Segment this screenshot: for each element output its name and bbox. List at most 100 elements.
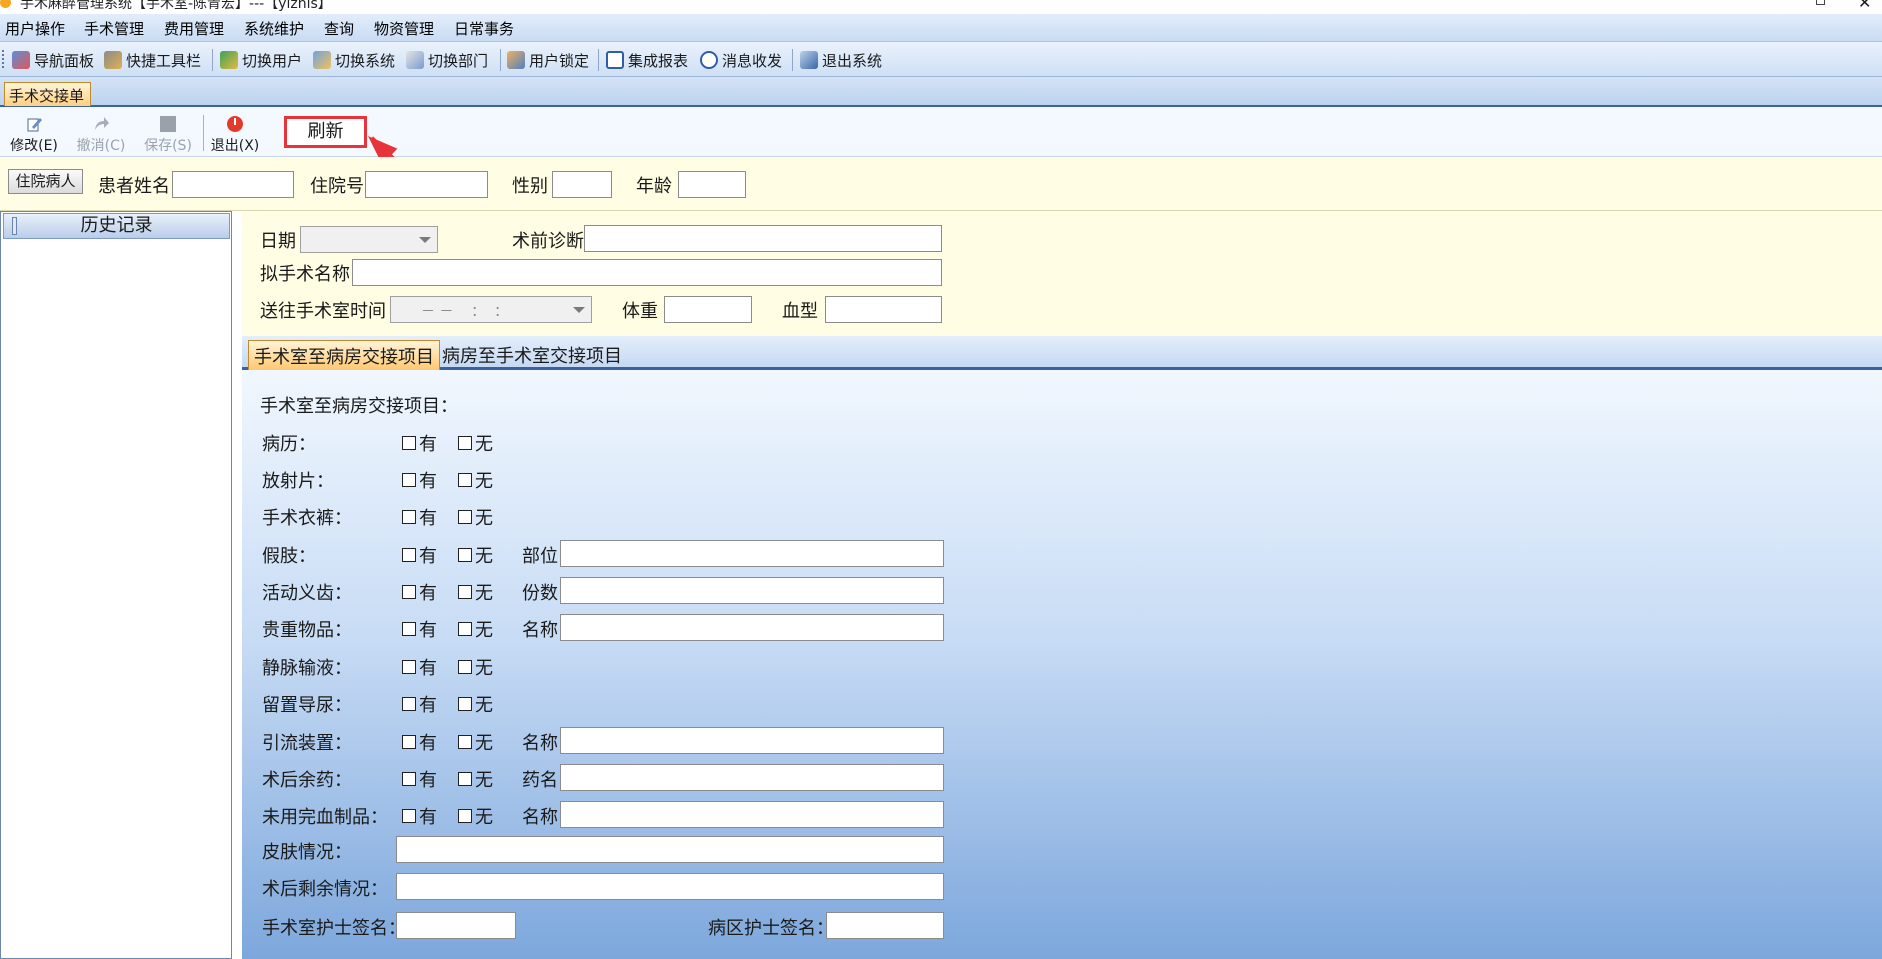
handover-extra-input[interactable] — [560, 801, 944, 828]
age-input[interactable] — [678, 171, 746, 198]
handover-extra-input[interactable] — [560, 614, 944, 641]
send-time-picker[interactable]: － － ： ： — [390, 296, 592, 323]
checkbox-no[interactable]: 无 — [458, 654, 493, 680]
checkbox-box[interactable] — [402, 436, 416, 450]
checkbox-yes[interactable]: 有 — [402, 654, 437, 680]
checkbox-box[interactable] — [402, 548, 416, 562]
toolbar-messages[interactable]: 消息收发 — [700, 49, 782, 71]
handover-extra-input[interactable] — [560, 727, 944, 754]
checkbox-no[interactable]: 无 — [458, 467, 493, 493]
checkbox-box[interactable] — [402, 622, 416, 636]
or-nurse-signature-input[interactable] — [396, 912, 516, 939]
planned-surgery-input[interactable] — [352, 259, 942, 286]
admission-no-input[interactable] — [365, 171, 488, 198]
checkbox-box[interactable] — [402, 809, 416, 823]
tab-handover-form[interactable]: 手术交接单 — [4, 82, 91, 106]
toolbar-quick-tools[interactable]: 快捷工具栏 — [104, 49, 201, 71]
checkbox-box[interactable] — [458, 585, 472, 599]
panel-splitter-icon[interactable] — [12, 217, 17, 235]
date-label: 日期 — [260, 231, 296, 252]
inpatient-button[interactable]: 住院病人 — [8, 169, 83, 194]
close-icon[interactable]: ✕ — [1858, 0, 1871, 12]
checkbox-yes[interactable]: 有 — [402, 542, 437, 568]
handover-extra-input[interactable] — [560, 764, 944, 791]
skin-condition-input[interactable] — [396, 836, 944, 863]
checkbox-yes[interactable]: 有 — [402, 766, 437, 792]
menu-daily-affairs[interactable]: 日常事务 — [454, 18, 514, 39]
cancel-button[interactable]: 撤消(C) — [73, 115, 129, 155]
checkbox-box[interactable] — [458, 772, 472, 786]
handover-item-label: 活动义齿： — [262, 583, 352, 604]
checkbox-box[interactable] — [458, 697, 472, 711]
handover-extra-input[interactable] — [560, 577, 944, 604]
checkbox-yes[interactable]: 有 — [402, 616, 437, 642]
checkbox-box[interactable] — [458, 622, 472, 636]
ward-nurse-signature-input[interactable] — [826, 912, 944, 939]
toolbar-nav-panel[interactable]: 导航面板 — [12, 49, 94, 71]
checkbox-no[interactable]: 无 — [458, 504, 493, 530]
checkbox-box[interactable] — [402, 735, 416, 749]
menu-material-mgmt[interactable]: 物资管理 — [374, 18, 434, 39]
checkbox-box[interactable] — [458, 548, 472, 562]
toolbar-report[interactable]: 集成报表 — [606, 49, 688, 71]
gender-input[interactable] — [552, 171, 612, 198]
menu-query[interactable]: 查询 — [324, 18, 354, 39]
checkbox-yes[interactable]: 有 — [402, 691, 437, 717]
checkbox-no[interactable]: 无 — [458, 430, 493, 456]
checkbox-box[interactable] — [458, 735, 472, 749]
tab-ward-to-or[interactable]: 病房至手术室交接项目 — [437, 340, 627, 370]
checkbox-box[interactable] — [458, 436, 472, 450]
checkbox-yes[interactable]: 有 — [402, 504, 437, 530]
refresh-button[interactable]: 刷新 — [284, 116, 367, 148]
patient-name-input[interactable] — [172, 171, 294, 198]
checkbox-no[interactable]: 无 — [458, 691, 493, 717]
pre-op-diagnosis-input[interactable] — [584, 225, 942, 252]
exit-system-icon — [800, 51, 818, 69]
checkbox-box[interactable] — [402, 660, 416, 674]
toolbar-grip[interactable] — [2, 50, 5, 68]
checkbox-yes[interactable]: 有 — [402, 803, 437, 829]
toolbar-switch-user[interactable]: 切换用户 — [220, 49, 302, 71]
save-button[interactable]: 保存(S) — [140, 115, 196, 155]
exit-button[interactable]: 退出(X) — [207, 115, 263, 155]
checkbox-box[interactable] — [458, 510, 472, 524]
checkbox-box[interactable] — [458, 473, 472, 487]
weight-input[interactable] — [664, 296, 752, 323]
toolbar-switch-dept[interactable]: 切换部门 — [406, 49, 488, 71]
checkbox-no[interactable]: 无 — [458, 616, 493, 642]
switch-system-icon — [313, 51, 331, 69]
checkbox-box[interactable] — [458, 809, 472, 823]
checkbox-box[interactable] — [402, 473, 416, 487]
toolbar-user-lock[interactable]: 用户锁定 — [507, 49, 589, 71]
handover-item-label: 假肢： — [262, 546, 316, 567]
checkbox-box[interactable] — [402, 585, 416, 599]
tab-or-to-ward[interactable]: 手术室至病房交接项目 — [248, 340, 440, 370]
restore-icon[interactable] — [1816, 0, 1825, 5]
checkbox-yes[interactable]: 有 — [402, 579, 437, 605]
checkbox-no[interactable]: 无 — [458, 803, 493, 829]
blood-type-input[interactable] — [825, 296, 942, 323]
edit-button[interactable]: 修改(E) — [6, 115, 62, 155]
checkbox-no[interactable]: 无 — [458, 729, 493, 755]
checkbox-yes[interactable]: 有 — [402, 729, 437, 755]
toolbar-exit-system[interactable]: 退出系统 — [800, 49, 882, 71]
toolbar-switch-system[interactable]: 切换系统 — [313, 49, 395, 71]
menu-surgery-mgmt[interactable]: 手术管理 — [84, 18, 144, 39]
checkbox-no[interactable]: 无 — [458, 542, 493, 568]
checkbox-box[interactable] — [458, 660, 472, 674]
checkbox-box[interactable] — [402, 697, 416, 711]
checkbox-no[interactable]: 无 — [458, 579, 493, 605]
menu-user-ops[interactable]: 用户操作 — [5, 18, 65, 39]
checkbox-yes[interactable]: 有 — [402, 430, 437, 456]
handover-extra-input[interactable] — [560, 540, 944, 567]
post-op-remaining-input[interactable] — [396, 873, 944, 900]
menu-system-maint[interactable]: 系统维护 — [244, 18, 304, 39]
menu-fee-mgmt[interactable]: 费用管理 — [164, 18, 224, 39]
checkbox-box[interactable] — [402, 772, 416, 786]
checkbox-box[interactable] — [402, 510, 416, 524]
date-combo[interactable] — [300, 226, 438, 253]
checkbox-label: 无 — [475, 583, 493, 604]
checkbox-yes[interactable]: 有 — [402, 467, 437, 493]
handover-tabs: 手术室至病房交接项目 病房至手术室交接项目 — [242, 336, 1882, 370]
checkbox-no[interactable]: 无 — [458, 766, 493, 792]
